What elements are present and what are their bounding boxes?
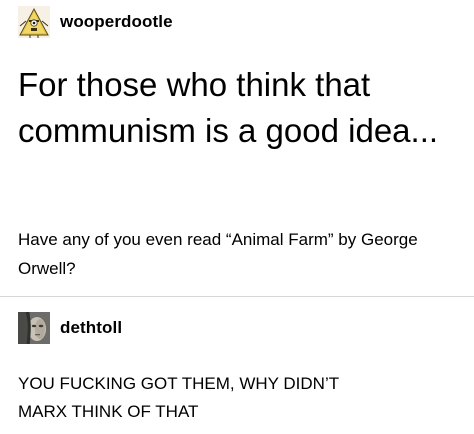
username[interactable]: dethtoll <box>60 318 122 338</box>
post-reply: dethtoll YOU FUCKING GOT THEM, WHY DIDN’… <box>0 298 474 434</box>
photo-face-avatar-icon <box>18 312 50 344</box>
post-body: YOU FUCKING GOT THEM, WHY DIDN’T MARX THI… <box>18 370 458 426</box>
triangle-cartoon-avatar-icon <box>18 6 50 38</box>
post-header: wooperdootle <box>18 6 173 38</box>
post-divider <box>0 296 474 297</box>
avatar-wooperdootle[interactable] <box>18 6 50 38</box>
post-header: dethtoll <box>18 312 122 344</box>
avatar-dethtoll[interactable] <box>18 312 50 344</box>
post-original: wooperdootle For those who think that co… <box>0 0 474 296</box>
username[interactable]: wooperdootle <box>60 12 173 32</box>
post-body-line: MARX THINK OF THAT <box>18 402 199 421</box>
post-headline: For those who think that communism is a … <box>18 66 439 149</box>
post-body: Have any of you even read “Animal Farm” … <box>18 230 418 278</box>
post-body-line: YOU FUCKING GOT THEM, WHY DIDN’T <box>18 374 340 393</box>
